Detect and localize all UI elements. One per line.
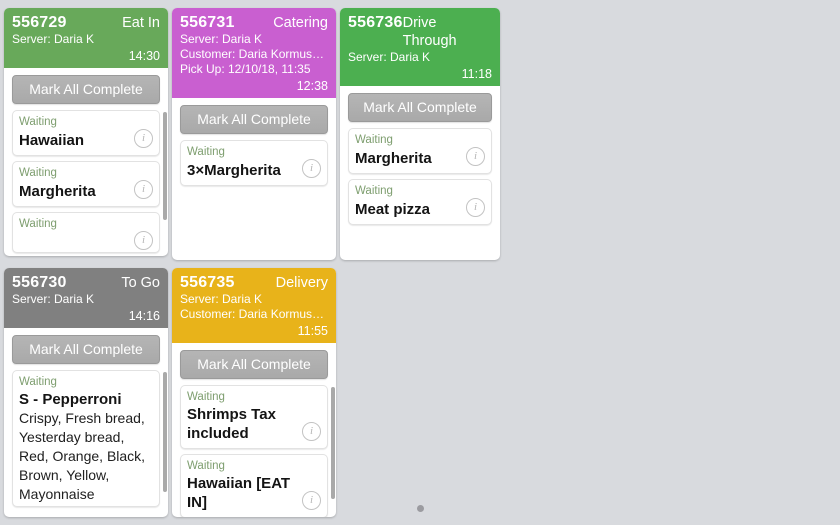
item-name: Hawaiian <box>19 130 129 150</box>
order-time: 11:55 <box>180 322 328 339</box>
order-type: Catering <box>273 14 328 32</box>
item-name: Meat pizza <box>355 199 461 219</box>
order-id: 556729 <box>12 14 67 32</box>
order-header: 556731 Catering Server: Daria K Customer… <box>172 8 336 98</box>
order-item-list[interactable]: Waiting S - Pepperroni Crispy, Fresh bre… <box>4 370 168 517</box>
order-header: 556736 Drive Through Server: Daria K 11:… <box>340 8 500 86</box>
order-server: Server: Daria K <box>180 32 328 47</box>
order-time: 14:16 <box>12 307 160 324</box>
order-card-556729[interactable]: 556729 Eat In Server: Daria K 14:30 Mark… <box>4 8 168 256</box>
order-item-list[interactable]: Waiting 3×Margherita i <box>172 140 336 260</box>
info-icon[interactable]: i <box>134 180 153 199</box>
order-server: Server: Daria K <box>348 50 492 65</box>
item-status: Waiting <box>187 390 321 404</box>
order-item[interactable]: Waiting Margherita i <box>348 128 492 174</box>
order-id: 556731 <box>180 14 235 32</box>
mark-all-complete-button[interactable]: Mark All Complete <box>180 105 328 134</box>
order-type: Drive Through <box>403 14 492 50</box>
order-pickup: Pick Up: 12/10/18, 11:35 <box>180 62 328 77</box>
item-name: Margherita <box>355 148 461 168</box>
item-status: Waiting <box>355 133 485 147</box>
item-status: Waiting <box>19 166 153 180</box>
order-type: Delivery <box>276 274 328 292</box>
item-status: Waiting <box>19 115 153 129</box>
item-list-scrollbar[interactable] <box>163 112 167 220</box>
order-item[interactable]: Waiting S - Pepperroni Crispy, Fresh bre… <box>12 370 160 507</box>
info-icon[interactable]: i <box>466 147 485 166</box>
mark-all-complete-button[interactable]: Mark All Complete <box>12 75 160 104</box>
item-list-scrollbar[interactable] <box>163 372 167 492</box>
order-item-list[interactable]: Waiting Margherita i Waiting Meat pizza … <box>340 128 500 260</box>
mark-all-complete-wrap: Mark All Complete <box>340 86 500 128</box>
item-status: Waiting <box>19 217 153 231</box>
order-card-556736[interactable]: 556736 Drive Through Server: Daria K 11:… <box>340 8 500 260</box>
order-server: Server: Daria K <box>12 292 160 307</box>
order-type: Eat In <box>122 14 160 32</box>
order-header: 556730 To Go Server: Daria K 14:16 <box>4 268 168 328</box>
item-name: 3×Margherita <box>187 160 297 180</box>
mark-all-complete-wrap: Mark All Complete <box>4 328 168 370</box>
info-icon[interactable]: i <box>466 198 485 217</box>
item-status: Waiting <box>187 145 321 159</box>
order-item[interactable]: Waiting Hawaiian i <box>12 110 160 156</box>
item-name <box>19 251 129 252</box>
order-item[interactable]: Waiting 3×Margherita i <box>180 140 328 186</box>
order-item[interactable]: Waiting Margherita i <box>12 161 160 207</box>
order-customer: Customer: Daria Kormushki... <box>180 307 328 322</box>
mark-all-complete-wrap: Mark All Complete <box>172 98 336 140</box>
item-status: Waiting <box>355 184 485 198</box>
info-icon[interactable]: i <box>134 231 153 250</box>
order-server: Server: Daria K <box>12 32 160 47</box>
item-list-scrollbar[interactable] <box>331 387 335 499</box>
order-item-list[interactable]: Waiting Shrimps Tax included i Waiting H… <box>172 385 336 517</box>
order-id: 556735 <box>180 274 235 292</box>
order-time: 14:30 <box>12 47 160 64</box>
item-name: Margherita <box>19 181 129 201</box>
order-item[interactable]: Waiting Meat pizza i <box>348 179 492 225</box>
order-card-556731[interactable]: 556731 Catering Server: Daria K Customer… <box>172 8 336 260</box>
order-time: 12:38 <box>180 77 328 94</box>
orders-board: 556729 Eat In Server: Daria K 14:30 Mark… <box>0 0 840 525</box>
mark-all-complete-wrap: Mark All Complete <box>172 343 336 385</box>
mark-all-complete-button[interactable]: Mark All Complete <box>12 335 160 364</box>
order-card-556735[interactable]: 556735 Delivery Server: Daria K Customer… <box>172 268 336 517</box>
order-item-list[interactable]: Waiting Hawaiian i Waiting Margherita i … <box>4 110 168 256</box>
page-dot[interactable] <box>417 505 424 512</box>
order-item[interactable]: Waiting Shrimps Tax included i <box>180 385 328 449</box>
order-id: 556736 <box>348 14 403 32</box>
order-item[interactable]: Waiting i <box>12 212 160 253</box>
item-name: S - Pepperroni <box>19 389 153 409</box>
mark-all-complete-button[interactable]: Mark All Complete <box>348 93 492 122</box>
order-server: Server: Daria K <box>180 292 328 307</box>
info-icon[interactable]: i <box>302 159 321 178</box>
mark-all-complete-wrap: Mark All Complete <box>4 68 168 110</box>
order-customer: Customer: Daria Kormushki... <box>180 47 328 62</box>
mark-all-complete-button[interactable]: Mark All Complete <box>180 350 328 379</box>
order-header: 556735 Delivery Server: Daria K Customer… <box>172 268 336 343</box>
page-indicator <box>0 499 840 517</box>
order-type: To Go <box>121 274 160 292</box>
item-modifiers: Crispy, Fresh bread, Yesterday bread, Re… <box>19 409 153 504</box>
info-icon[interactable]: i <box>302 422 321 441</box>
item-status: Waiting <box>19 375 153 389</box>
order-time: 11:18 <box>348 65 492 82</box>
order-card-556730[interactable]: 556730 To Go Server: Daria K 14:16 Mark … <box>4 268 168 517</box>
item-status: Waiting <box>187 459 321 473</box>
order-id: 556730 <box>12 274 67 292</box>
order-header: 556729 Eat In Server: Daria K 14:30 <box>4 8 168 68</box>
item-name: Shrimps Tax included <box>187 404 292 443</box>
info-icon[interactable]: i <box>134 129 153 148</box>
